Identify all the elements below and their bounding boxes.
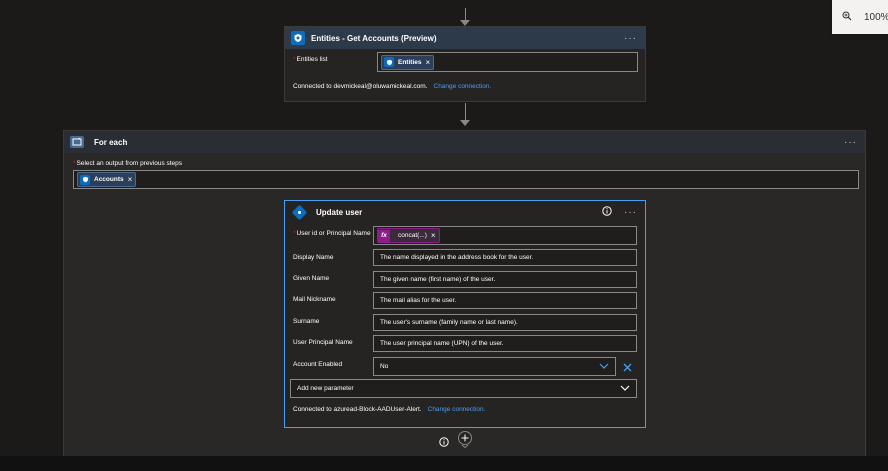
update-user-card[interactable]: Update user ··· *User id or Principal Na… <box>284 200 646 428</box>
change-connection-link[interactable]: Change connection. <box>434 83 492 90</box>
field-label-upn: User Principal Name <box>293 339 353 346</box>
function-icon: fx <box>378 229 390 242</box>
azure-ad-icon <box>291 204 308 220</box>
remove-token-icon[interactable]: × <box>425 58 430 67</box>
sentinel-shield-icon <box>291 31 305 45</box>
sentinel-shield-icon <box>80 174 90 185</box>
update-user-connection-info: Connected to azuread-Block-AADUser-Alert… <box>293 406 486 413</box>
foreach-header[interactable]: For each ··· <box>64 131 865 153</box>
foreach-title: For each <box>94 137 128 147</box>
surname-field[interactable]: The user's surname (family name or last … <box>373 314 637 331</box>
clear-field-icon[interactable] <box>623 359 632 377</box>
more-options-icon[interactable]: ··· <box>624 33 637 44</box>
update-user-header[interactable]: Update user ··· <box>285 201 645 223</box>
info-icon[interactable] <box>602 203 612 221</box>
loop-icon <box>70 136 84 148</box>
add-step-plus-icon[interactable] <box>457 430 473 453</box>
field-label-display-name: Display Name <box>293 254 334 261</box>
field-label-mail-nickname: Mail Nickname <box>293 296 336 303</box>
user-id-field[interactable]: fx concat(...) × <box>373 226 637 245</box>
bottom-bar <box>0 456 888 471</box>
zoom-level: 100% <box>864 11 888 23</box>
info-icon[interactable] <box>439 434 449 452</box>
connector-arrow-icon <box>460 120 470 126</box>
given-name-field[interactable]: The given name (first name) of the user. <box>373 271 637 288</box>
zoom-control[interactable]: 100% <box>832 0 888 34</box>
entities-card-header[interactable]: Entities - Get Accounts (Preview) ··· <box>285 27 645 49</box>
add-new-parameter-dropdown[interactable]: Add new parameter <box>290 379 637 398</box>
entities-connection-info: Connected to devmickeal@oluwamickeal.com… <box>293 83 492 90</box>
display-name-field[interactable]: The name displayed in the address book f… <box>373 249 637 266</box>
zoom-icon <box>842 11 852 24</box>
entities-card-title: Entities - Get Accounts (Preview) <box>311 33 437 43</box>
update-user-title: Update user <box>316 207 363 217</box>
field-label-account-enabled: Account Enabled <box>293 361 343 368</box>
select-output-label: *Select an output from previous steps <box>73 160 183 167</box>
change-connection-link[interactable]: Change connection. <box>428 406 486 413</box>
more-options-icon[interactable]: ··· <box>624 207 637 218</box>
field-label-surname: Surname <box>293 318 320 325</box>
select-output-field[interactable]: Accounts × <box>73 170 859 189</box>
field-label-user-id: *User id or Principal Name <box>293 230 371 237</box>
concat-token[interactable]: fx concat(...) × <box>377 228 440 243</box>
chevron-down-icon <box>620 385 630 393</box>
remove-token-icon[interactable]: × <box>431 231 436 240</box>
entities-list-field[interactable]: Entities × <box>377 52 638 72</box>
entities-card[interactable]: Entities - Get Accounts (Preview) ··· *E… <box>284 26 646 102</box>
account-enabled-select[interactable]: No <box>373 357 616 376</box>
upn-field[interactable]: The user principal name (UPN) of the use… <box>373 335 637 352</box>
chevron-down-icon <box>599 363 609 371</box>
sentinel-shield-icon <box>384 57 394 67</box>
remove-token-icon[interactable]: × <box>128 175 133 184</box>
field-label-given-name: Given Name <box>293 275 330 282</box>
entities-token[interactable]: Entities × <box>381 54 435 70</box>
more-options-icon[interactable]: ··· <box>844 137 857 148</box>
mail-nickname-field[interactable]: The mail alias for the user. <box>373 292 637 309</box>
accounts-token[interactable]: Accounts × <box>77 172 137 187</box>
entities-list-label: *Entities list <box>293 56 328 63</box>
